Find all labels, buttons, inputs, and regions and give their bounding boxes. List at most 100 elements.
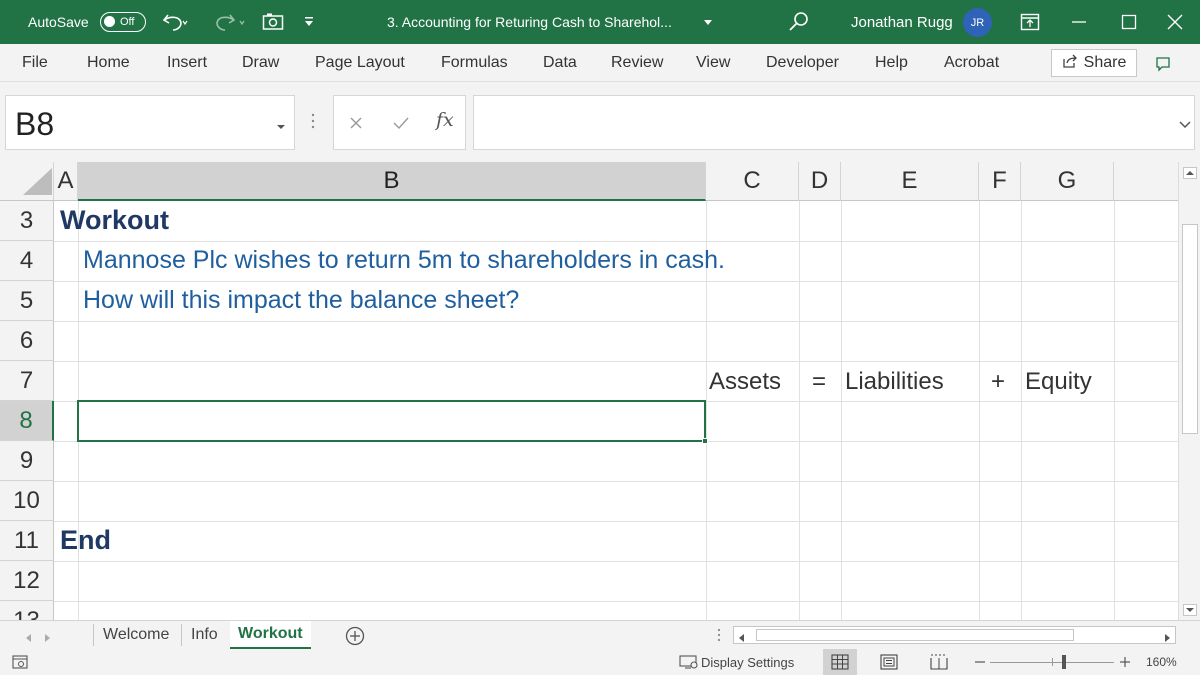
column-header-a[interactable]: A: [54, 162, 78, 201]
formula-buttons: fx: [333, 95, 466, 150]
cell-b4[interactable]: Mannose Plc wishes to return 5m to share…: [83, 246, 725, 275]
close-icon[interactable]: [1167, 0, 1183, 44]
camera-icon[interactable]: [262, 0, 284, 44]
redo-icon[interactable]: [212, 0, 248, 44]
row-header[interactable]: 7: [0, 361, 54, 401]
customize-toolbar-icon[interactable]: [303, 0, 315, 44]
display-settings-icon[interactable]: [679, 649, 699, 675]
display-settings-label[interactable]: Display Settings: [701, 649, 794, 675]
tab-developer[interactable]: Developer: [766, 44, 839, 82]
horizontal-scrollbar[interactable]: [733, 626, 1176, 644]
tab-acrobat[interactable]: Acrobat: [944, 44, 999, 82]
document-title[interactable]: 3. Accounting for Returing Cash to Share…: [387, 0, 672, 44]
scroll-up-icon[interactable]: [1183, 166, 1197, 184]
next-sheet-icon[interactable]: [44, 630, 52, 648]
sheet-tab-info[interactable]: Info: [183, 621, 226, 649]
cell-a11[interactable]: End: [60, 525, 111, 556]
column-header-g[interactable]: G: [1021, 162, 1114, 201]
zoom-out-icon[interactable]: [974, 649, 986, 675]
cell-d7[interactable]: =: [812, 368, 826, 396]
column-header-e[interactable]: E: [841, 162, 979, 201]
tab-page-layout[interactable]: Page Layout: [315, 44, 405, 82]
resize-handle-icon[interactable]: [309, 112, 317, 135]
zoom-slider-thumb[interactable]: [1062, 655, 1066, 669]
chevron-down-icon[interactable]: [276, 118, 286, 136]
avatar[interactable]: JR: [963, 8, 992, 37]
title-dropdown-icon[interactable]: [702, 0, 714, 44]
normal-view-icon[interactable]: [823, 649, 857, 675]
tab-help[interactable]: Help: [875, 44, 908, 82]
undo-icon[interactable]: [162, 0, 188, 44]
tab-home[interactable]: Home: [87, 44, 130, 82]
cell-b5[interactable]: How will this impact the balance sheet?: [83, 286, 519, 315]
macro-record-icon[interactable]: [12, 649, 28, 675]
scroll-right-icon[interactable]: [1162, 630, 1172, 648]
zoom-level[interactable]: 160%: [1146, 649, 1177, 675]
select-all-corner[interactable]: [0, 162, 54, 201]
tab-file[interactable]: File: [22, 44, 48, 82]
cell-f7[interactable]: +: [991, 368, 1005, 396]
prev-sheet-icon[interactable]: [24, 630, 32, 648]
toggle-knob: [104, 16, 115, 27]
column-header-d[interactable]: D: [799, 162, 841, 201]
expand-formula-bar-icon[interactable]: [1178, 117, 1192, 135]
h-scroll-thumb[interactable]: [756, 629, 1074, 641]
worksheet-grid[interactable]: A B C D E F G 3 4 5 6 7 8 9 10 11 12 13 …: [0, 162, 1178, 620]
column-header-h[interactable]: [1114, 162, 1178, 201]
name-box[interactable]: B8: [5, 95, 295, 150]
page-layout-view-icon[interactable]: [880, 649, 898, 675]
vertical-scrollbar[interactable]: [1178, 162, 1200, 620]
ribbon-display-options-icon[interactable]: [1020, 0, 1040, 44]
cell-e7[interactable]: Liabilities: [845, 368, 944, 396]
scroll-thumb[interactable]: [1182, 224, 1198, 434]
row-header-selected[interactable]: 8: [0, 401, 54, 441]
cancel-icon[interactable]: [348, 115, 364, 136]
selected-cell-b8[interactable]: [77, 400, 708, 444]
column-header-f[interactable]: F: [979, 162, 1021, 201]
row-header[interactable]: 4: [0, 241, 54, 281]
row-header[interactable]: 12: [0, 561, 54, 601]
insert-function-icon[interactable]: fx: [436, 109, 454, 131]
name-box-value: B8: [15, 106, 55, 142]
cell-g7[interactable]: Equity: [1025, 368, 1092, 396]
cell-c7[interactable]: Assets: [709, 368, 781, 396]
cell-a3[interactable]: Workout: [60, 205, 169, 236]
zoom-in-icon[interactable]: [1119, 649, 1131, 675]
split-handle-icon[interactable]: [716, 627, 722, 648]
autosave-toggle[interactable]: Off: [100, 12, 146, 32]
row-header[interactable]: 5: [0, 281, 54, 321]
tab-formulas[interactable]: Formulas: [441, 44, 508, 82]
sheet-tab-workout[interactable]: Workout: [230, 621, 311, 649]
gridline: [1114, 201, 1115, 620]
row-header[interactable]: 10: [0, 481, 54, 521]
tab-review[interactable]: Review: [611, 44, 663, 82]
maximize-icon[interactable]: [1121, 0, 1137, 44]
tab-insert[interactable]: Insert: [167, 44, 207, 82]
share-label: Share: [1083, 54, 1127, 71]
column-header-c[interactable]: C: [706, 162, 799, 201]
scroll-left-icon[interactable]: [737, 630, 747, 648]
tab-draw[interactable]: Draw: [242, 44, 279, 82]
row-header[interactable]: 6: [0, 321, 54, 361]
gridline: [54, 521, 1178, 522]
scroll-down-icon[interactable]: [1183, 603, 1197, 621]
row-header[interactable]: 11: [0, 521, 54, 561]
tab-view[interactable]: View: [696, 44, 730, 82]
minimize-icon[interactable]: [1071, 0, 1087, 44]
page-break-view-icon[interactable]: [930, 649, 948, 675]
comments-icon[interactable]: [1150, 52, 1176, 76]
gridline: [54, 361, 1178, 362]
share-button[interactable]: Share: [1051, 49, 1137, 77]
user-name[interactable]: Jonathan Rugg: [851, 0, 953, 44]
fill-handle[interactable]: [702, 438, 708, 444]
formula-input[interactable]: [473, 95, 1195, 150]
row-header[interactable]: 9: [0, 441, 54, 481]
search-icon[interactable]: [788, 0, 810, 44]
tab-data[interactable]: Data: [543, 44, 577, 82]
enter-check-icon[interactable]: [392, 115, 410, 136]
sheet-tab-welcome[interactable]: Welcome: [95, 621, 177, 649]
row-header[interactable]: 13: [0, 601, 54, 620]
column-header-b[interactable]: B: [78, 162, 706, 201]
row-header[interactable]: 3: [0, 201, 54, 241]
add-sheet-icon[interactable]: [345, 626, 365, 651]
